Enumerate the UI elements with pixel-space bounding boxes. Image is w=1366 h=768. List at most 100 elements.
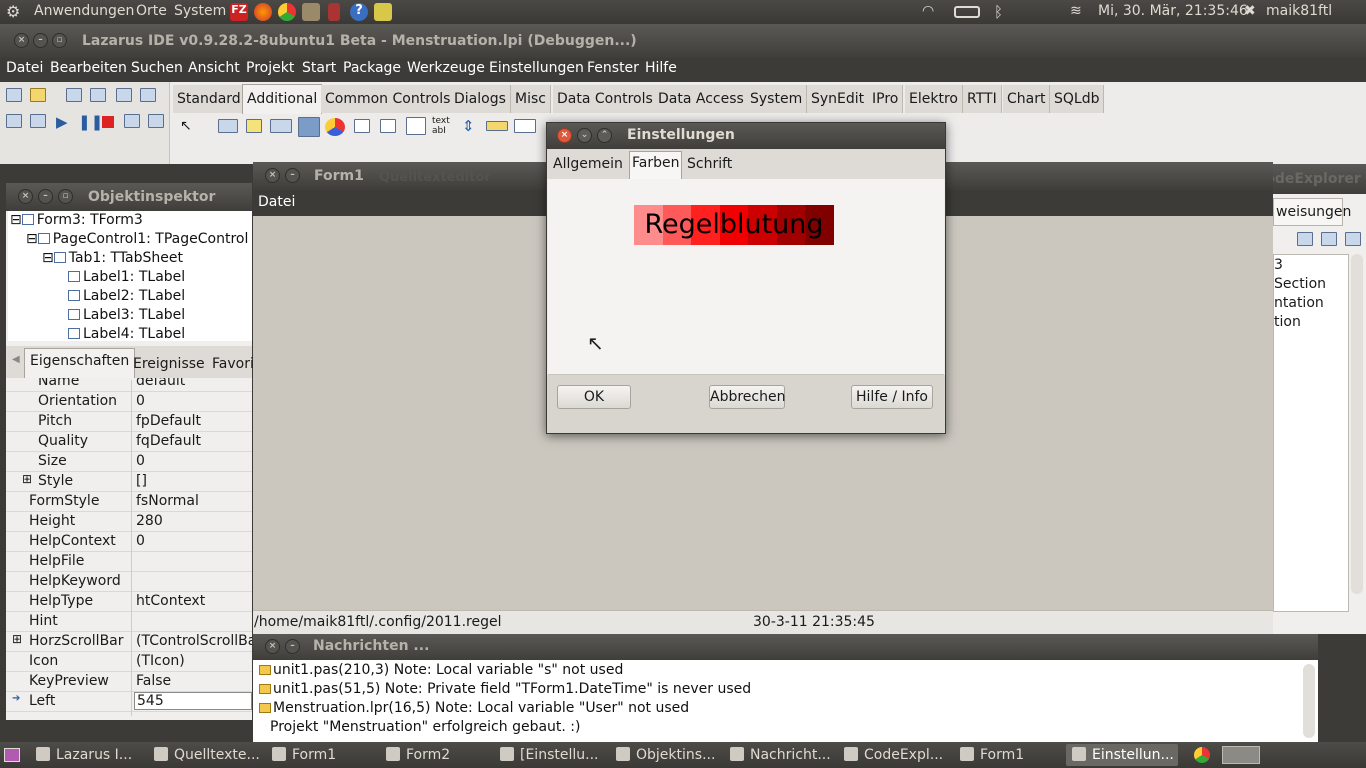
- menu-start[interactable]: Start: [302, 60, 336, 76]
- shape-icon[interactable]: [325, 118, 345, 136]
- clock[interactable]: Mi, 30. Mär, 21:35:46: [1098, 3, 1248, 19]
- tab-synedit[interactable]: SynEdit: [807, 85, 870, 113]
- firefox-icon[interactable]: [254, 3, 272, 21]
- close-icon[interactable]: ×: [18, 189, 33, 204]
- form1-menu-datei[interactable]: Datei: [258, 194, 295, 210]
- minimize-icon[interactable]: –: [33, 33, 48, 48]
- taskbar-item[interactable]: Nachricht...: [724, 744, 832, 766]
- message-line[interactable]: unit1.pas(51,5) Note: Private field "TFo…: [259, 681, 751, 697]
- taskbar-item[interactable]: Form1: [954, 744, 1062, 766]
- tab-chart[interactable]: Chart: [1003, 85, 1051, 113]
- help-button[interactable]: Hilfe / Info: [851, 385, 933, 409]
- ok-button[interactable]: OK: [557, 385, 631, 409]
- maximize-icon[interactable]: ⌃: [597, 128, 612, 143]
- taskbar-item[interactable]: Objektins...: [610, 744, 718, 766]
- property-value[interactable]: htContext: [136, 593, 205, 609]
- scrollbar[interactable]: [1351, 254, 1363, 594]
- battery-icon[interactable]: [954, 6, 980, 18]
- bitbtn-icon[interactable]: [218, 119, 238, 133]
- cancel-button[interactable]: Abbrechen: [709, 385, 785, 409]
- tab-data-controls[interactable]: Data Controls: [553, 85, 658, 113]
- minimize-icon[interactable]: –: [285, 639, 300, 654]
- property-row[interactable]: Hint: [6, 612, 252, 632]
- new-unit-icon[interactable]: [6, 88, 22, 102]
- property-value[interactable]: fsNormal: [136, 493, 199, 509]
- tree-line[interactable]: Section: [1274, 276, 1326, 292]
- objinsp-titlebar[interactable]: × – ▫ Objektinspektor: [6, 183, 252, 211]
- lazarus-icon[interactable]: [374, 3, 392, 21]
- run-icon[interactable]: ▶: [56, 113, 68, 131]
- tab-farben[interactable]: Farben: [629, 151, 683, 179]
- maximize-icon[interactable]: ▫: [52, 33, 67, 48]
- property-value[interactable]: (TIcon): [136, 653, 185, 669]
- minimize-icon[interactable]: –: [38, 189, 53, 204]
- tab-standard[interactable]: Standard: [173, 85, 246, 113]
- tree-item-label4[interactable]: Label4: TLabel: [68, 326, 185, 342]
- taskbar-item[interactable]: Lazarus I...: [30, 744, 140, 766]
- bluetooth-icon[interactable]: ᛒ: [994, 3, 1012, 21]
- property-row[interactable]: Left 545 ➔: [6, 692, 252, 712]
- menu-werkzeuge[interactable]: Werkzeuge: [407, 60, 485, 76]
- user-name[interactable]: maik81ftl: [1266, 3, 1332, 19]
- save-icon[interactable]: [66, 88, 82, 102]
- tree-line[interactable]: 3: [1274, 257, 1283, 273]
- tab-data-access[interactable]: Data Access: [654, 85, 749, 113]
- tree-line[interactable]: tion: [1274, 314, 1301, 330]
- notebook-icon[interactable]: [406, 117, 426, 135]
- toggle-form-icon[interactable]: [116, 88, 132, 102]
- tab-rtti[interactable]: RTTI: [963, 85, 1002, 113]
- step-into-icon[interactable]: [124, 114, 140, 128]
- bevel-icon[interactable]: [354, 119, 370, 133]
- close-icon[interactable]: ×: [265, 168, 280, 183]
- property-value[interactable]: 0: [136, 453, 145, 469]
- minimize-icon[interactable]: ⌄: [577, 128, 592, 143]
- tab-elektro[interactable]: Elektro: [905, 85, 963, 113]
- property-row[interactable]: FormStyle fsNormal: [6, 492, 252, 512]
- new-form-icon[interactable]: [30, 114, 46, 128]
- ide-titlebar[interactable]: × – ▫ Lazarus IDE v0.9.28.2-8ubuntu1 Bet…: [0, 24, 1366, 58]
- image-icon[interactable]: [298, 117, 320, 137]
- property-value[interactable]: fqDefault: [136, 433, 201, 449]
- open-icon[interactable]: [30, 88, 46, 102]
- paintbox-icon[interactable]: [380, 119, 396, 133]
- scrollbar[interactable]: [1303, 664, 1315, 738]
- tree-item-tab1[interactable]: ⊟ Tab1: TTabSheet: [42, 250, 183, 266]
- chrome-icon[interactable]: [278, 3, 296, 21]
- dialog-titlebar[interactable]: × ⌄ ⌃ Einstellungen: [547, 123, 945, 149]
- splitter-icon[interactable]: ⇕: [462, 117, 475, 135]
- property-value[interactable]: fpDefault: [136, 413, 201, 429]
- menu-projekt[interactable]: Projekt: [246, 60, 294, 76]
- tab-misc[interactable]: Misc: [511, 85, 551, 113]
- ubuntu-logo-icon[interactable]: ⚙: [6, 2, 20, 21]
- menu-system[interactable]: System: [174, 3, 226, 19]
- taskbar-item[interactable]: Quelltexte...: [148, 744, 260, 766]
- expand-icon[interactable]: ⊞: [12, 632, 22, 646]
- save-all-icon[interactable]: [90, 88, 106, 102]
- wifi-icon[interactable]: ◠: [922, 3, 940, 21]
- step-over-icon[interactable]: [148, 114, 164, 128]
- minimize-icon[interactable]: –: [285, 168, 300, 183]
- menu-datei[interactable]: Datei: [6, 60, 43, 76]
- refresh-icon[interactable]: [1297, 232, 1313, 246]
- property-value[interactable]: (TControlScrollBar): [136, 633, 252, 649]
- taskbar-item[interactable]: Form1: [266, 744, 374, 766]
- menu-places[interactable]: Orte: [136, 3, 167, 19]
- show-desktop-icon[interactable]: [4, 748, 20, 762]
- menu-hilfe[interactable]: Hilfe: [645, 60, 677, 76]
- property-value[interactable]: 280: [136, 513, 163, 529]
- taskbar-item[interactable]: Einstellun...: [1066, 744, 1178, 766]
- expand-icon[interactable]: ⊞: [22, 472, 32, 486]
- menu-package[interactable]: Package: [343, 60, 401, 76]
- property-value[interactable]: []: [136, 473, 147, 489]
- property-row[interactable]: HelpContext 0: [6, 532, 252, 552]
- stop-icon[interactable]: [102, 116, 114, 128]
- messages-titlebar[interactable]: × – Nachrichten ...: [253, 634, 1318, 660]
- property-row[interactable]: HelpFile: [6, 552, 252, 572]
- tree-item-label2[interactable]: Label2: TLabel: [68, 288, 185, 304]
- view-forms-icon[interactable]: [6, 114, 22, 128]
- maximize-icon[interactable]: ▫: [58, 189, 73, 204]
- property-row[interactable]: Pitch fpDefault: [6, 412, 252, 432]
- property-value[interactable]: default: [136, 378, 185, 389]
- tab-schrift[interactable]: Schrift: [683, 153, 736, 179]
- tree-item-label1[interactable]: Label1: TLabel: [68, 269, 185, 285]
